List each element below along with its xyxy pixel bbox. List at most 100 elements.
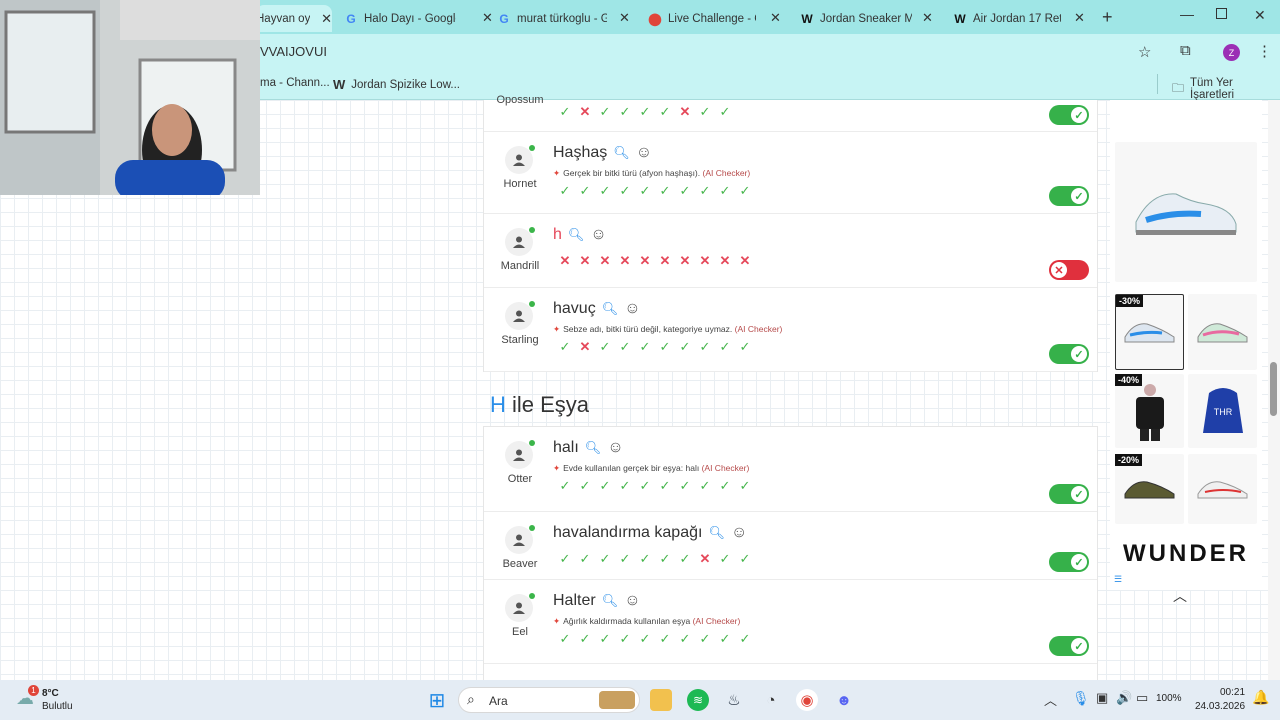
cross-icon: ✕ [1051,262,1067,278]
thumb-jacket[interactable]: -40% [1115,374,1184,448]
clock-app-icon[interactable]: ◔ [760,689,782,711]
profile-avatar[interactable]: Z [1223,44,1240,61]
new-tab-icon[interactable]: + [1102,7,1113,28]
thumb-shoe-3[interactable]: -20% [1115,454,1184,524]
avatar [505,227,535,256]
file-explorer-icon[interactable] [650,689,672,711]
status-toggle[interactable]: ✓ [1049,186,1089,206]
steam-icon[interactable]: ♨ [723,689,745,711]
volume-icon[interactable]: 🔊 [1116,690,1132,706]
network-icon[interactable]: ▣ [1096,690,1108,706]
check-icon: ✓ [739,183,751,198]
status-toggle[interactable]: ✓ [1049,105,1089,125]
close-tab-icon[interactable]: ✕ [321,11,332,27]
tab-title: murat türkoglu - Goo [517,12,607,25]
chevron-up-icon[interactable]: ︿ [1173,586,1187,606]
close-window-icon[interactable]: ✕ [1254,7,1266,24]
thumb-shoe-1[interactable]: -30% [1115,294,1184,370]
clock-time[interactable]: 00:21 [1220,687,1245,698]
search-icon[interactable]: 🔍︎ [568,227,585,243]
close-tab-icon[interactable]: ✕ [922,10,933,26]
word-entry: Haşhaş 🔍︎ ☺ [553,144,652,162]
thumb-shoe-2[interactable] [1188,294,1257,370]
notification-bell-icon[interactable]: 🔔 [1252,689,1269,706]
check-icon: ✓ [679,631,691,646]
add-reaction-icon[interactable]: ☺ [731,524,747,542]
minimize-icon[interactable]: — [1180,6,1194,22]
check-icon: ✓ [719,478,731,493]
cross-icon: ✕ [679,253,691,268]
scrollbar-thumb[interactable] [1270,362,1277,416]
status-toggle[interactable]: ✓ [1049,344,1089,364]
battery-icon[interactable]: ▭ [1136,690,1148,706]
list-item: Opossum ✓ ✕ ✓ ✓ ✓ ✓ ✕ ✓ ✓ ✓ [484,94,1097,132]
chevron-up-icon[interactable]: ︿ [1044,690,1057,709]
search-icon[interactable]: 🔍︎ [602,593,619,609]
check-icon: ✓ [619,104,631,119]
add-reaction-icon[interactable]: ☺ [624,592,640,610]
cross-icon: ✕ [579,339,591,354]
add-reaction-icon[interactable]: ☺ [607,439,623,457]
discount-badge: -20% [1115,454,1143,466]
tab-live-challenge[interactable]: ⬤ Live Challenge - Geo [648,5,760,32]
weather-temp: 8°C [42,688,59,699]
add-reaction-icon[interactable]: ☺ [636,144,652,162]
menu-icon[interactable]: ⋮ [1257,42,1272,60]
add-reaction-icon[interactable]: ☺ [590,226,606,244]
search-icon[interactable]: 🔍︎ [602,301,619,317]
word-text: Haşhaş [553,144,608,161]
discount-badge: -40% [1115,374,1143,386]
add-reaction-icon[interactable]: ☺ [624,300,640,318]
ai-checker-label: (AI Checker) [734,324,783,334]
extensions-icon[interactable]: ⧉ [1180,42,1191,59]
ad-menu-icon[interactable]: ☰ [1114,574,1122,585]
status-toggle[interactable]: ✓ [1049,636,1089,656]
status-toggle[interactable]: ✕ [1049,260,1089,280]
check-icon: ✓ [699,104,711,119]
cross-icon: ✕ [579,104,591,119]
star-icon[interactable]: ☆ [1138,43,1151,61]
webcam-overlay [0,0,260,195]
tab-air-jordan[interactable]: W Air Jordan 17 Retro [953,5,1065,32]
bookmark-item[interactable]: W Jordan Spizike Low... [333,77,460,92]
thumb-hoodie[interactable]: THR [1188,374,1257,448]
check-icon: ✓ [599,339,611,354]
microphone-icon[interactable]: 🎙 [1072,690,1090,707]
status-toggle[interactable]: ✓ [1049,552,1089,572]
tab-murat[interactable]: G murat türkoglu - Goo [497,5,627,32]
tab-hayvan[interactable]: Hayvan oy ✕ [256,5,332,32]
search-icon[interactable]: 🔍︎ [585,440,602,456]
search-icon[interactable]: 🔍︎ [613,145,630,161]
all-bookmarks[interactable]: 🗀 Tüm Yer İşaretleri [1172,77,1280,101]
windows-start-icon[interactable]: ⊞ [426,689,448,712]
search-icon[interactable]: 🔍︎ [708,525,725,541]
bookmark-item[interactable]: ma - Chann... [260,77,330,89]
ai-checker-label: (AI Checker) [701,463,750,473]
discord-icon[interactable]: ☻ [833,689,855,711]
close-tab-icon[interactable]: ✕ [770,10,781,26]
clock-date[interactable]: 24.03.2026 [1195,701,1245,712]
check-icon: ✓ [579,631,591,646]
sneaker-icon [1135,193,1237,235]
description-text: Evde kullanılan gerçek bir eşya: halı [563,463,700,473]
taskbar-search[interactable]: ⌕ Ara [458,687,640,713]
chrome-icon[interactable]: ◉ [796,689,818,711]
avatar [505,145,535,174]
online-dot [529,301,535,307]
url-text[interactable]: VVAIJOVUI [260,44,327,59]
shoe-image[interactable] [1115,142,1257,282]
close-tab-icon[interactable]: ✕ [619,10,630,26]
check-icon: ✓ [739,551,751,566]
tab-jordan-sneaker[interactable]: W Jordan Sneaker Mod [800,5,918,32]
thumb-shoe-4[interactable] [1188,454,1257,524]
spotify-icon[interactable]: ≋ [687,689,709,711]
maximize-icon[interactable] [1216,8,1227,19]
close-tab-icon[interactable]: ✕ [1074,10,1085,26]
user-name: Beaver [502,558,538,570]
tab-title: Air Jordan 17 Retro [973,12,1061,25]
brand-logo[interactable]: WUNDER [1115,540,1257,568]
status-toggle[interactable]: ✓ [1049,484,1089,504]
close-tab-icon[interactable]: ✕ [482,10,493,26]
user-icon [513,602,525,614]
scrollbar[interactable] [1268,100,1280,680]
